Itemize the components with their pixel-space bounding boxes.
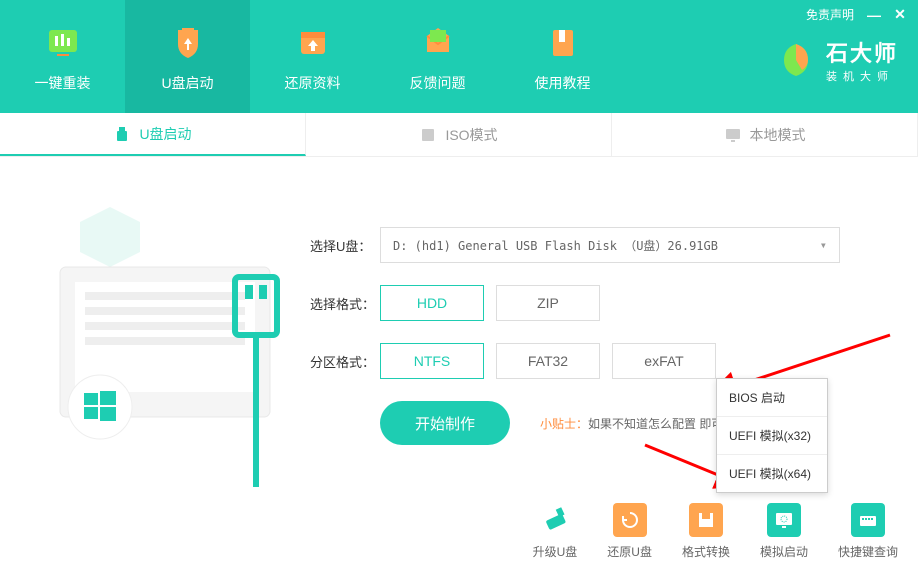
format-hdd[interactable]: HDD	[380, 285, 484, 321]
tool-simulate-boot[interactable]: 模拟启动	[760, 503, 808, 560]
dropdown-uefi-x32[interactable]: UEFI 模拟(x32)	[717, 417, 827, 455]
bottom-toolbar: 升级U盘 还原U盘 格式转换 模拟启动 快捷键查询	[533, 503, 898, 560]
monitor-icon	[724, 126, 742, 144]
nav-usb-boot[interactable]: U盘启动	[125, 0, 250, 113]
header: 一键重装 U盘启动 还原资料 反馈问题 使用教程 免责声明 — ✕	[0, 0, 918, 113]
partition-label: 分区格式：	[310, 352, 380, 371]
partition-ntfs[interactable]: NTFS	[380, 343, 484, 379]
format-row: 选择格式： HDD ZIP	[310, 285, 878, 321]
sub-tabs: U盘启动 ISO模式 本地模式	[0, 113, 918, 157]
illustration	[40, 177, 300, 517]
tip: 小贴士：如果不知道怎么配置 即可	[540, 415, 723, 432]
usb-select[interactable]: D: (hd1) General USB Flash Disk （U盘）26.9…	[380, 227, 840, 263]
iso-icon	[419, 126, 437, 144]
logo: 石大师 装机大师	[776, 36, 898, 84]
partition-exfat[interactable]: exFAT	[612, 343, 716, 379]
dropdown-bios[interactable]: BIOS 启动	[717, 379, 827, 417]
partition-row: 分区格式： NTFS FAT32 exFAT	[310, 343, 878, 379]
format-label: 选择格式：	[310, 294, 380, 313]
nav-feedback[interactable]: 反馈问题	[375, 0, 500, 113]
dropdown-uefi-x64[interactable]: UEFI 模拟(x64)	[717, 455, 827, 492]
usb-icon	[113, 125, 131, 143]
tool-label: 还原U盘	[607, 543, 652, 560]
partition-fat32[interactable]: FAT32	[496, 343, 600, 379]
logo-icon	[776, 40, 816, 80]
nav-label: 一键重装	[35, 73, 91, 93]
tool-format-convert[interactable]: 格式转换	[682, 503, 730, 560]
tip-text: 如果不知道怎么配置 即可	[588, 417, 723, 431]
tool-restore-usb[interactable]: 还原U盘	[607, 503, 652, 560]
nav-label: U盘启动	[161, 73, 213, 93]
usb-value: D: (hd1) General USB Flash Disk （U盘）26.9…	[393, 237, 718, 254]
nav-label: 还原资料	[285, 73, 341, 93]
format-zip[interactable]: ZIP	[496, 285, 600, 321]
usb-select-row: 选择U盘： D: (hd1) General USB Flash Disk （U…	[310, 227, 878, 263]
tool-label: 快捷键查询	[838, 543, 898, 560]
start-button[interactable]: 开始制作	[380, 401, 510, 445]
shield-icon	[167, 21, 209, 63]
tool-upgrade-usb[interactable]: 升级U盘	[533, 503, 578, 560]
logo-text: 石大师 装机大师	[826, 36, 898, 84]
logo-title: 石大师	[826, 36, 898, 68]
monitor-sim-icon	[767, 503, 801, 537]
tool-hotkey-query[interactable]: 快捷键查询	[838, 503, 898, 560]
keyboard-icon	[851, 503, 885, 537]
tab-label: 本地模式	[750, 125, 806, 145]
envelope-icon	[417, 21, 459, 63]
tab-label: U盘启动	[139, 124, 191, 144]
nav-reinstall[interactable]: 一键重装	[0, 0, 125, 113]
nav-label: 使用教程	[535, 73, 591, 93]
nav-tutorial[interactable]: 使用教程	[500, 0, 625, 113]
tool-label: 格式转换	[682, 543, 730, 560]
disclaimer-link[interactable]: 免责声明	[806, 6, 854, 23]
disk-icon	[689, 503, 723, 537]
tab-iso[interactable]: ISO模式	[306, 113, 612, 156]
book-icon	[542, 21, 584, 63]
chevron-down-icon: ▾	[820, 238, 827, 252]
simulate-dropdown: BIOS 启动 UEFI 模拟(x32) UEFI 模拟(x64)	[716, 378, 828, 493]
tool-label: 升级U盘	[533, 543, 578, 560]
usb-upgrade-icon	[538, 503, 572, 537]
window-controls: 免责声明 — ✕	[806, 6, 906, 23]
logo-subtitle: 装机大师	[826, 68, 898, 84]
minimize-button[interactable]: —	[868, 9, 880, 21]
chart-icon	[42, 21, 84, 63]
tab-label: ISO模式	[445, 125, 497, 145]
nav-restore[interactable]: 还原资料	[250, 0, 375, 113]
tool-label: 模拟启动	[760, 543, 808, 560]
usb-label: 选择U盘：	[310, 236, 380, 255]
close-button[interactable]: ✕	[894, 9, 906, 21]
upload-box-icon	[292, 21, 334, 63]
restore-icon	[613, 503, 647, 537]
tab-local[interactable]: 本地模式	[612, 113, 918, 156]
tip-label: 小贴士：	[540, 417, 588, 431]
nav-label: 反馈问题	[410, 73, 466, 93]
tab-usb-boot[interactable]: U盘启动	[0, 113, 306, 156]
